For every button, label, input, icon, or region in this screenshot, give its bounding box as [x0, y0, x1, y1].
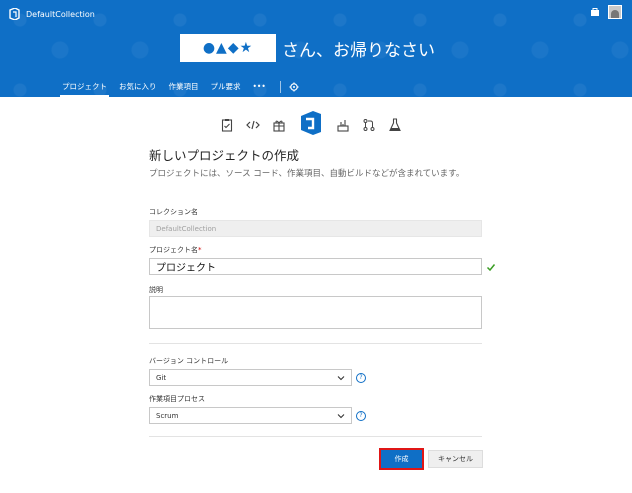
collection-label: コレクション名: [149, 208, 198, 216]
nav-divider: [279, 81, 281, 93]
bag-icon[interactable]: [590, 7, 600, 17]
vs-logo-icon: [301, 111, 321, 135]
chevron-down-icon: [337, 413, 345, 418]
help-icon[interactable]: ?: [356, 373, 366, 383]
user-name: ●▲◆★: [180, 34, 276, 62]
project-name-input[interactable]: プロジェクト: [149, 258, 482, 275]
collection-name: DefaultCollection: [26, 9, 95, 19]
version-control-value: Git: [156, 373, 167, 382]
process-label: 作業項目プロセス: [149, 395, 205, 403]
description-input[interactable]: [149, 296, 482, 329]
tab-pull-requests[interactable]: プル要求: [205, 79, 247, 95]
welcome-text: さん、お帰りなさい: [282, 40, 435, 61]
more-menu[interactable]: •••: [247, 79, 272, 95]
collection-field: DefaultCollection: [149, 220, 482, 237]
tab-projects[interactable]: プロジェクト: [56, 79, 113, 97]
tab-work-items[interactable]: 作業項目: [163, 79, 205, 95]
pull-request-icon: [363, 119, 375, 131]
chevron-down-icon: [337, 375, 345, 380]
help-icon[interactable]: ?: [356, 411, 366, 421]
build-icon: [337, 120, 349, 132]
collection-link[interactable]: DefaultCollection: [8, 6, 95, 22]
header-bar: DefaultCollection ●▲◆★ さん、お帰りなさい プロジェクト …: [0, 0, 632, 97]
version-control-label: バージョン コントロール: [149, 357, 229, 365]
service-icon-row: [220, 110, 402, 140]
check-icon: [486, 264, 496, 272]
description-label: 説明: [149, 286, 163, 294]
footer-divider: [149, 436, 482, 437]
gift-icon: [273, 120, 285, 132]
version-control-select[interactable]: Git: [149, 369, 352, 386]
vs-logo: [298, 110, 324, 140]
process-value: Scrum: [156, 411, 179, 420]
code-icon: [246, 120, 260, 130]
gear-icon[interactable]: [289, 82, 299, 92]
page-title: 新しいプロジェクトの作成: [149, 148, 300, 163]
required-mark: *: [198, 246, 202, 254]
section-divider: [149, 343, 482, 344]
project-name-label: プロジェクト名*: [149, 245, 202, 255]
cancel-button[interactable]: キャンセル: [428, 450, 483, 468]
create-button[interactable]: 作成: [379, 448, 424, 470]
page-description: プロジェクトには、ソース コード、作業項目、自動ビルドなどが含まれています。: [149, 169, 465, 179]
avatar[interactable]: [608, 5, 622, 19]
tab-favorites[interactable]: お気に入り: [113, 79, 163, 95]
project-name-label-text: プロジェクト名: [149, 246, 198, 254]
process-select[interactable]: Scrum: [149, 407, 352, 424]
clipboard-icon: [221, 119, 233, 132]
welcome-banner: ●▲◆★ さん、お帰りなさい: [180, 33, 435, 63]
create-button-label: 作成: [394, 455, 409, 463]
project-logo-icon: [9, 8, 20, 20]
main-nav: プロジェクト お気に入り 作業項目 プル要求 •••: [56, 78, 299, 97]
flask-icon: [389, 118, 401, 132]
